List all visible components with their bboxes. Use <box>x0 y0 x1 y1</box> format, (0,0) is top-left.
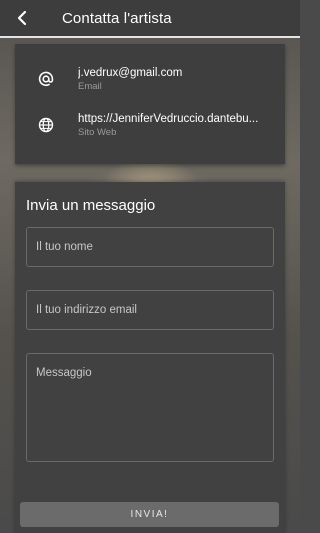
name-input[interactable] <box>26 227 274 267</box>
submit-button[interactable]: INVIA! <box>20 502 279 527</box>
contact-website-row[interactable]: https://JenniferVedruccio.dantebu... Sit… <box>15 112 285 152</box>
email-label: Email <box>78 81 102 92</box>
back-button[interactable] <box>0 0 44 37</box>
website-value[interactable]: https://JenniferVedruccio.dantebu... <box>78 112 278 127</box>
message-textarea[interactable] <box>26 353 274 462</box>
app-bar: Contatta l'artista <box>0 0 300 38</box>
email-input[interactable] <box>26 290 274 330</box>
form-title: Invia un messaggio <box>26 197 156 214</box>
contact-info-card: j.vedrux@gmail.com Email https://Jennife… <box>15 44 285 164</box>
at-icon <box>37 70 55 88</box>
website-label: Sito Web <box>78 127 117 138</box>
globe-icon <box>37 116 55 134</box>
message-form: Invia un messaggio <box>15 182 285 533</box>
page-title: Contatta l'artista <box>62 9 172 27</box>
email-value[interactable]: j.vedrux@gmail.com <box>78 66 278 81</box>
chevron-left-icon <box>17 10 27 26</box>
contact-email-row[interactable]: j.vedrux@gmail.com Email <box>15 66 285 106</box>
